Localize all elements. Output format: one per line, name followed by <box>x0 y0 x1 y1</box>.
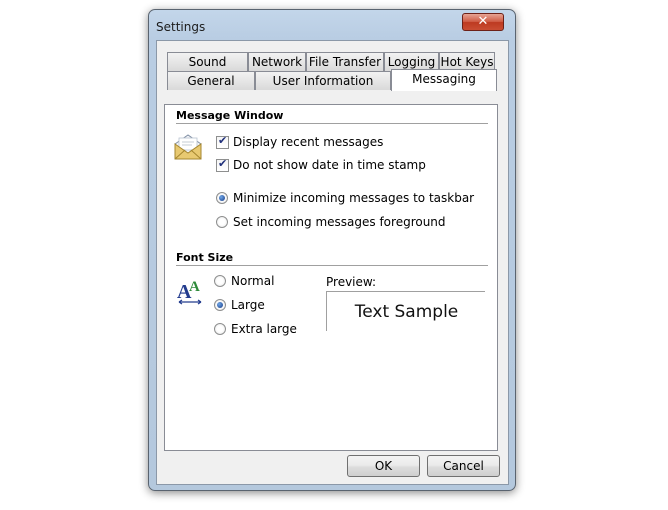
radio-selected-icon[interactable] <box>214 299 226 311</box>
ok-button[interactable]: OK <box>347 455 420 477</box>
window-title: Settings <box>156 20 206 34</box>
tab-file-transfer[interactable]: File Transfer <box>306 52 384 71</box>
envelope-icon <box>173 132 203 162</box>
tab-sound-events[interactable]: Sound Events <box>167 52 248 87</box>
font-extra-large-radio[interactable]: Extra large <box>214 322 297 336</box>
font-normal-radio[interactable]: Normal <box>214 274 274 288</box>
tab-network[interactable]: Network <box>248 52 306 71</box>
messaging-panel: Message Window Display recent messages <box>164 104 498 451</box>
message-window-heading: Message Window <box>176 109 284 122</box>
close-button[interactable]: ✕ <box>462 13 504 31</box>
tab-user-information[interactable]: User Information <box>255 71 391 90</box>
radio-unselected-icon[interactable] <box>216 216 228 228</box>
checkbox-checked-icon[interactable] <box>216 157 229 172</box>
font-extra-large-label: Extra large <box>231 322 297 336</box>
font-size-heading: Font Size <box>176 251 234 264</box>
preview-label: Preview: <box>326 275 377 289</box>
minimize-label: Minimize incoming messages to taskbar <box>233 191 475 205</box>
no-date-checkbox[interactable]: Do not show date in time stamp <box>216 157 426 172</box>
radio-unselected-icon[interactable] <box>214 323 226 335</box>
tab-general[interactable]: General <box>167 71 255 90</box>
foreground-radio[interactable]: Set incoming messages foreground <box>216 215 446 229</box>
section-divider <box>176 265 488 266</box>
font-large-radio[interactable]: Large <box>214 298 265 312</box>
font-large-label: Large <box>231 298 265 312</box>
font-size-icon: A A <box>177 274 207 306</box>
checkbox-checked-icon[interactable] <box>216 134 229 149</box>
minimize-radio[interactable]: Minimize incoming messages to taskbar <box>216 191 474 205</box>
tab-messaging[interactable]: Messaging <box>391 69 497 91</box>
preview-text: Text Sample <box>354 302 459 322</box>
dialog-client-area: Sound Events Network File Transfer Loggi… <box>156 40 509 485</box>
svg-text:A: A <box>189 279 200 295</box>
font-normal-label: Normal <box>231 274 275 288</box>
preview-box: Text Sample <box>326 291 485 331</box>
section-divider <box>176 123 488 124</box>
close-icon: ✕ <box>477 14 489 29</box>
no-date-label: Do not show date in time stamp <box>233 158 426 172</box>
radio-unselected-icon[interactable] <box>214 275 226 287</box>
settings-window: Settings ✕ Sound Events Network File Tra… <box>148 9 516 491</box>
cancel-button[interactable]: Cancel <box>427 455 500 477</box>
display-recent-checkbox[interactable]: Display recent messages <box>216 134 384 149</box>
radio-selected-icon[interactable] <box>216 192 228 204</box>
display-recent-label: Display recent messages <box>233 135 384 149</box>
foreground-label: Set incoming messages foreground <box>233 215 446 229</box>
